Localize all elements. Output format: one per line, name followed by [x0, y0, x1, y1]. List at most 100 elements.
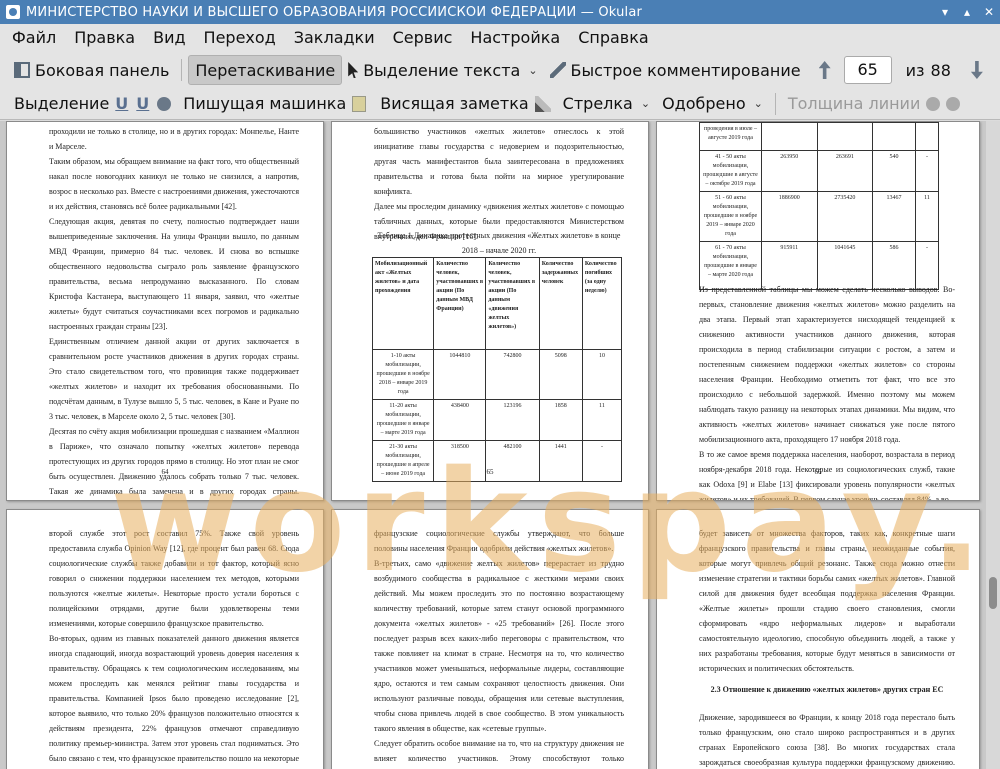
- previous-page-icon[interactable]: [818, 61, 831, 79]
- page-number-input[interactable]: 65: [843, 56, 892, 84]
- line-width-control[interactable]: Толщина линии: [782, 89, 927, 119]
- page-69-text-continued: Движение, зародившееся во Франции, к кон…: [699, 713, 955, 767]
- table-cell: [761, 122, 818, 151]
- pen-icon: [549, 62, 566, 78]
- page-66: проведения в июле – августе 2019 года 41…: [656, 121, 980, 501]
- opacity-icon[interactable]: [946, 96, 961, 111]
- menu-file[interactable]: Файл: [0, 24, 65, 52]
- table-row: 41 - 50 акты мобилизации, прошедшие в ав…: [699, 150, 940, 192]
- title-bar: МИНИСТЕРСТВО НАУКИ И ВЫСШЕГО ОБРАЗОВАНИЯ…: [0, 0, 1000, 24]
- page-69-text: будет зависеть от множества факторов, та…: [699, 529, 955, 673]
- menu-view[interactable]: Вид: [144, 24, 194, 52]
- sidebar-icon: [14, 62, 30, 78]
- table-cell: [816, 122, 874, 151]
- chevron-down-icon[interactable]: ⌄: [528, 64, 537, 77]
- menu-bar: Файл Правка Вид Переход Закладки Сервис …: [0, 24, 1000, 52]
- okular-app-icon: [6, 5, 20, 19]
- table-caption: Таблица 1 Динамика протестных движения «…: [377, 231, 621, 255]
- menu-go[interactable]: Переход: [195, 24, 285, 52]
- drag-mode-label: Перетаскивание: [195, 60, 336, 80]
- page-65: большинство участников «желтых жилетов» …: [331, 121, 649, 501]
- page-67-text: второй службе этот рост составил 75%. Та…: [49, 529, 299, 763]
- separator: [181, 59, 183, 81]
- table-cell: проведения в июле – августе 2019 года: [699, 122, 762, 151]
- protest-table-continued: проведения в июле – августе 2019 года 41…: [699, 122, 940, 290]
- table-cell: 540: [872, 150, 916, 192]
- table-header-cell: Количество человек, участвовавших в акци…: [433, 257, 487, 350]
- sidebar-button[interactable]: Боковая панель: [8, 55, 175, 85]
- close-button[interactable]: ✕: [978, 5, 1000, 19]
- table-cell: 263691: [816, 150, 874, 192]
- maximize-button[interactable]: ▴: [956, 5, 978, 19]
- color-icon[interactable]: [926, 96, 941, 111]
- text-select-button[interactable]: Выделение текста ⌄: [342, 55, 543, 85]
- typewriter-tool[interactable]: Пишущая машинка: [177, 89, 352, 119]
- table-cell: 123196: [485, 399, 540, 441]
- minimize-button[interactable]: ▾: [934, 5, 956, 19]
- squiggle-underline-icon[interactable]: U: [136, 94, 149, 113]
- table-cell: 11-20 акты мобилизации, прошедшие в янва…: [371, 399, 435, 441]
- total-pages: 88: [930, 60, 951, 80]
- page-65-text: большинство участников «желтых жилетов» …: [374, 127, 624, 241]
- annotation-toolbar: Выделение U U Пишущая машинка Висящая за…: [0, 88, 1000, 120]
- stamp-tool[interactable]: Одобрено ⌄: [656, 89, 769, 119]
- note-tool[interactable]: Висящая заметка: [374, 89, 534, 119]
- menu-help[interactable]: Справка: [569, 24, 658, 52]
- menu-bookmarks[interactable]: Закладки: [285, 24, 384, 52]
- sidebar-button-label: Боковая панель: [35, 60, 170, 80]
- table-header-cell: Количество задержанных человек: [538, 257, 583, 350]
- page-68-text: французские социологические службы утвер…: [374, 529, 624, 763]
- note-label: Висящая заметка: [380, 94, 529, 113]
- strikeout-icon[interactable]: [157, 96, 172, 111]
- table-header-cell: Количество погибших (за одну неделю): [581, 257, 623, 350]
- window-title: МИНИСТЕРСТВО НАУКИ И ВЫСШЕГО ОБРАЗОВАНИЯ…: [26, 4, 643, 20]
- page-69: будет зависеть от множества факторов, та…: [656, 509, 980, 769]
- table-cell: 742800: [485, 349, 540, 400]
- chevron-down-icon[interactable]: ⌄: [754, 97, 763, 110]
- main-toolbar: Боковая панель Перетаскивание Выделение …: [0, 52, 1000, 88]
- drag-mode-button[interactable]: Перетаскивание: [188, 55, 343, 85]
- table-row: 1-10 акты мобилизации, прошедшие в ноябр…: [371, 349, 623, 400]
- table-cell: 41 - 50 акты мобилизации, прошедшие в ав…: [699, 150, 762, 192]
- menu-edit[interactable]: Правка: [65, 24, 144, 52]
- table-row: 11-20 акты мобилизации, прошедшие в янва…: [371, 399, 623, 441]
- arrow-label: Стрелка: [562, 94, 633, 113]
- table-cell: 1-10 акты мобилизации, прошедшие в ноябр…: [371, 349, 435, 400]
- page-67: второй службе этот рост составил 75%. Та…: [6, 509, 324, 769]
- table-cell: 11: [581, 399, 623, 441]
- chevron-down-icon[interactable]: ⌄: [641, 97, 650, 110]
- table-cell: 438400: [433, 399, 487, 441]
- arrow-tool[interactable]: Стрелка ⌄: [557, 89, 656, 119]
- table-cell: [872, 122, 916, 151]
- page-64: проходили не только в столице, но и в др…: [6, 121, 324, 501]
- table-cell: 1858: [538, 399, 583, 441]
- table-cell: 1886900: [761, 191, 818, 242]
- next-page-icon[interactable]: [970, 61, 983, 79]
- highlight-tool[interactable]: Выделение: [8, 89, 115, 119]
- line-width-label: Толщина линии: [787, 94, 921, 113]
- table-cell: 11: [914, 191, 940, 242]
- section-heading: 2.3 Отношение к движению «желтых жилетов…: [710, 685, 944, 694]
- scrollbar-thumb[interactable]: [989, 577, 997, 609]
- stamp-label: Одобрено: [662, 94, 746, 113]
- page-64-text: проходили не только в столице, но и в др…: [49, 127, 299, 496]
- freehand-icon[interactable]: [534, 95, 551, 112]
- underline-icon[interactable]: U: [115, 94, 128, 113]
- text-select-label: Выделение текста: [363, 60, 521, 80]
- quick-comment-button[interactable]: Быстрое комментирование: [544, 55, 807, 85]
- menu-tools[interactable]: Сервис: [384, 24, 462, 52]
- table-header-cell: Мобилизационный акт «Желтых жилетов» и д…: [371, 257, 435, 350]
- vertical-scrollbar[interactable]: [986, 121, 1000, 769]
- table-cell: 5098: [538, 349, 583, 400]
- table-cell: 2735420: [816, 191, 874, 242]
- table-cell: 1044810: [433, 349, 487, 400]
- menu-settings[interactable]: Настройка: [461, 24, 569, 52]
- popup-note-icon[interactable]: [352, 95, 367, 112]
- table-header-cell: Количество человек, участвовавших в акци…: [485, 257, 540, 350]
- table-cell: 263950: [761, 150, 818, 192]
- table-row: проведения в июле – августе 2019 года: [699, 122, 940, 151]
- table-cell: [914, 122, 940, 151]
- table-cell: 51 - 60 акты мобилизации, прошедшие в но…: [699, 191, 762, 242]
- highlight-label: Выделение: [14, 94, 110, 113]
- document-viewport[interactable]: проходили не только в столице, но и в др…: [0, 121, 1000, 769]
